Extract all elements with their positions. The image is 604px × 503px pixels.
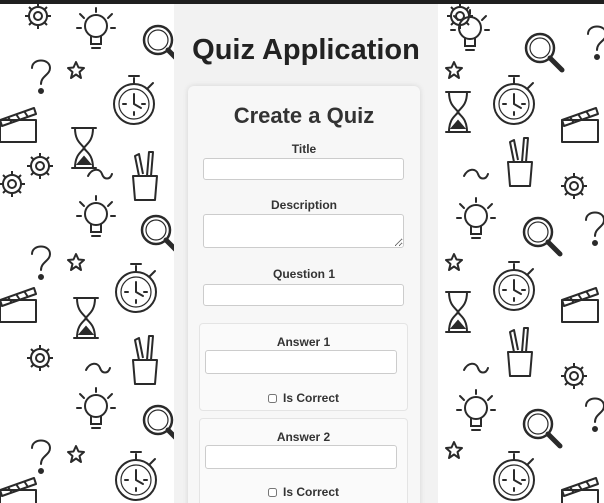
question-1-label: Question 1 [272, 267, 335, 281]
question-1-input[interactable] [203, 284, 404, 306]
page-title: Quiz Application [192, 34, 420, 66]
description-label: Description [270, 198, 337, 212]
answer-1-correct-checkbox[interactable] [267, 394, 277, 403]
answer-1-correct-row[interactable]: Is Correct [199, 391, 408, 405]
description-textarea[interactable] [203, 214, 404, 248]
answer-2-input[interactable] [205, 445, 397, 469]
form-heading: Create a Quiz [233, 103, 375, 128]
answer-2-correct-label: Is Correct [282, 485, 340, 499]
answer-1-label: Answer 1 [276, 335, 331, 349]
answer-1-input[interactable] [205, 350, 397, 374]
answer-2-correct-row[interactable]: Is Correct [199, 485, 408, 499]
answer-2-correct-checkbox[interactable] [267, 488, 277, 497]
title-label: Title [291, 142, 317, 156]
answer-2-label: Answer 2 [276, 430, 331, 444]
answer-1-correct-label: Is Correct [282, 391, 340, 405]
title-input[interactable] [203, 158, 404, 180]
